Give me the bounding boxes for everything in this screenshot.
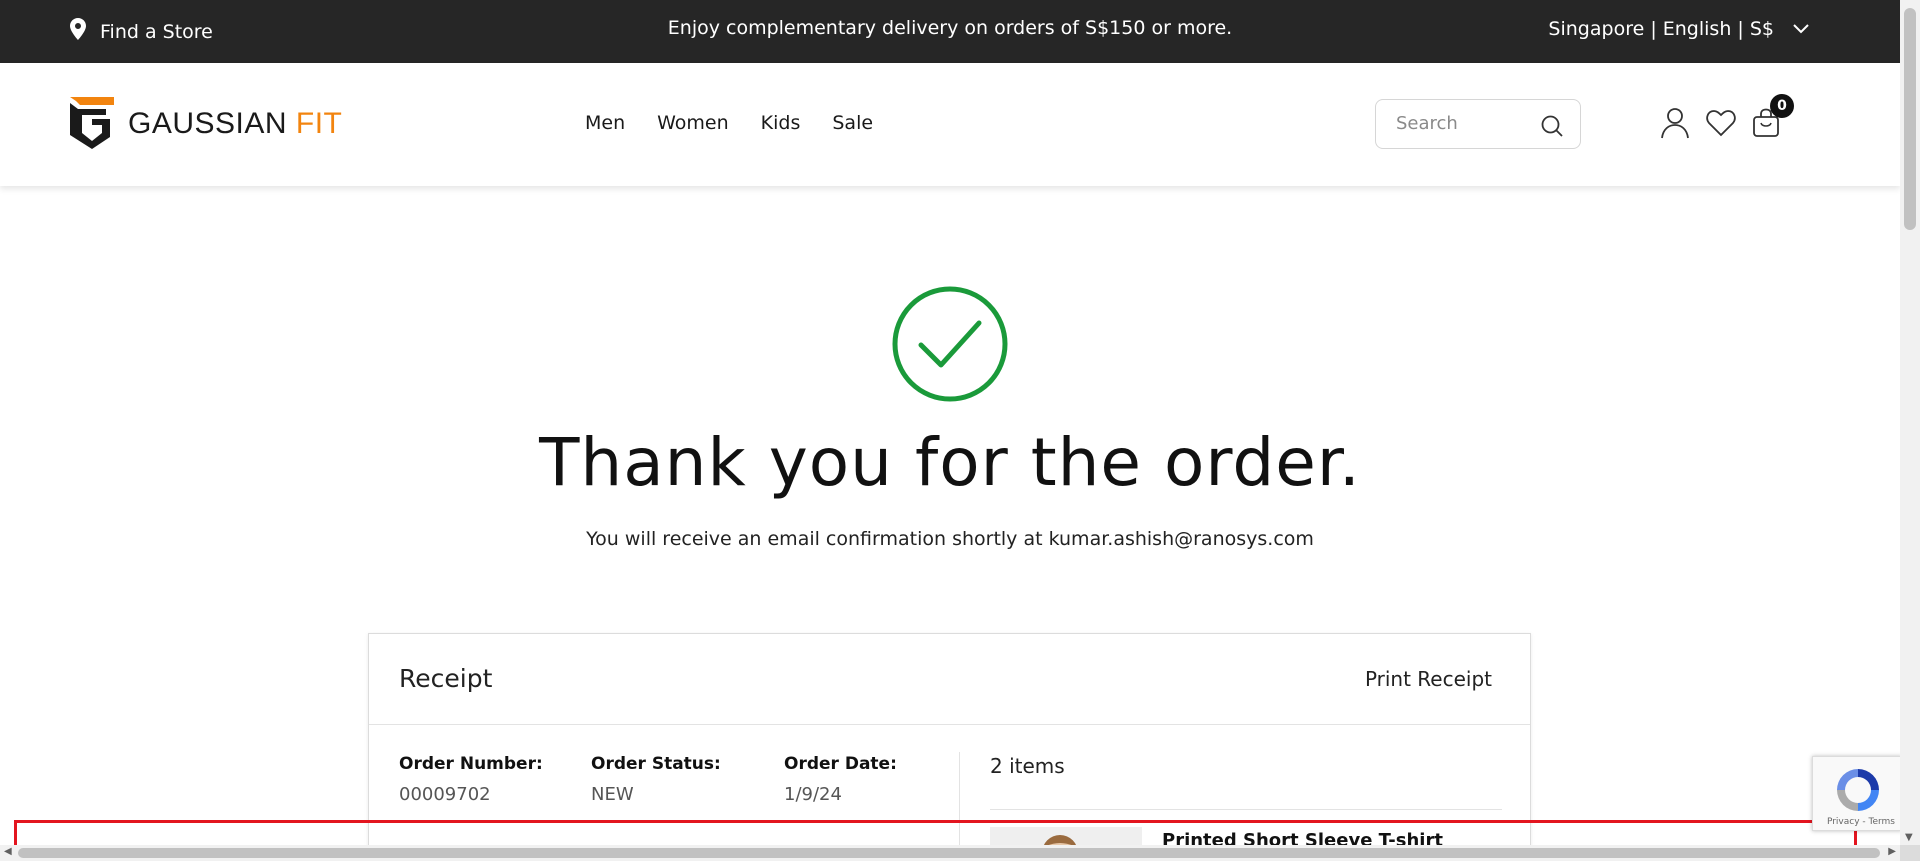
recaptcha-logo-icon	[1833, 765, 1883, 819]
order-number-value: 00009702	[399, 784, 491, 805]
confirmation-message: You will receive an email confirmation s…	[586, 528, 1314, 550]
nav-item-kids[interactable]: Kids	[761, 112, 801, 134]
logo-mark-icon	[66, 95, 118, 153]
horizontal-scrollbar[interactable]: ◀ ▶	[0, 845, 1900, 861]
print-receipt-button[interactable]: Print Receipt	[1365, 667, 1492, 691]
cart-button[interactable]: 0	[1752, 94, 1794, 142]
header-actions: 0	[1660, 94, 1794, 143]
page-title: Thank you for the order.	[539, 424, 1361, 501]
recaptcha-badge[interactable]: Privacy - Terms	[1812, 756, 1902, 831]
account-icon[interactable]	[1660, 107, 1690, 143]
recaptcha-links[interactable]: Privacy - Terms	[1827, 817, 1895, 827]
receipt-title: Receipt	[399, 664, 493, 693]
order-date-label: Order Date:	[784, 754, 897, 774]
order-date-value: 1/9/24	[784, 784, 842, 805]
success-check-icon	[891, 285, 1009, 407]
site-header: GAUSSIAN FIT Men Women Kids Sale 0	[0, 63, 1900, 186]
horizontal-scroll-thumb[interactable]	[18, 848, 1880, 858]
nav-item-women[interactable]: Women	[657, 112, 729, 134]
scroll-down-arrow-icon[interactable]: ▼	[1905, 832, 1913, 843]
announcement-bar: Find a Store Enjoy complementary deliver…	[0, 0, 1900, 63]
scroll-left-arrow-icon[interactable]: ◀	[4, 846, 12, 857]
cart-count-badge: 0	[1770, 94, 1794, 118]
vertical-scrollbar[interactable]: ▼	[1900, 0, 1920, 845]
logo-text-fit: FIT	[295, 107, 343, 140]
locale-label: Singapore | English | S$	[1548, 18, 1774, 40]
order-status-label: Order Status:	[591, 754, 721, 774]
order-status-value: NEW	[591, 784, 634, 805]
nav-item-sale[interactable]: Sale	[832, 112, 873, 134]
order-date-block: Order Date: 1/9/24	[784, 754, 897, 805]
shopping-bag-icon	[1752, 108, 1780, 142]
items-divider	[990, 809, 1502, 810]
items-count: 2 items	[990, 754, 1065, 778]
scroll-right-arrow-icon[interactable]: ▶	[1888, 846, 1896, 857]
main-nav: Men Women Kids Sale	[585, 112, 873, 134]
scrollbar-corner	[1900, 845, 1920, 861]
order-number-label: Order Number:	[399, 754, 543, 774]
order-number-block: Order Number: 00009702	[399, 754, 543, 805]
receipt-header: Receipt Print Receipt	[369, 634, 1530, 725]
logo-wordmark: GAUSSIAN FIT	[128, 107, 342, 141]
search-input[interactable]	[1396, 113, 1536, 134]
wishlist-heart-icon[interactable]	[1706, 109, 1736, 141]
nav-item-men[interactable]: Men	[585, 112, 625, 134]
logo-text-gaussian: GAUSSIAN	[128, 107, 288, 140]
chevron-down-icon	[1792, 18, 1810, 40]
search-icon[interactable]	[1540, 114, 1564, 142]
search-box	[1375, 99, 1581, 149]
order-status-block: Order Status: NEW	[591, 754, 721, 805]
locale-selector[interactable]: Singapore | English | S$	[1548, 18, 1810, 40]
vertical-scroll-thumb[interactable]	[1904, 8, 1916, 230]
brand-logo[interactable]: GAUSSIAN FIT	[66, 95, 342, 153]
